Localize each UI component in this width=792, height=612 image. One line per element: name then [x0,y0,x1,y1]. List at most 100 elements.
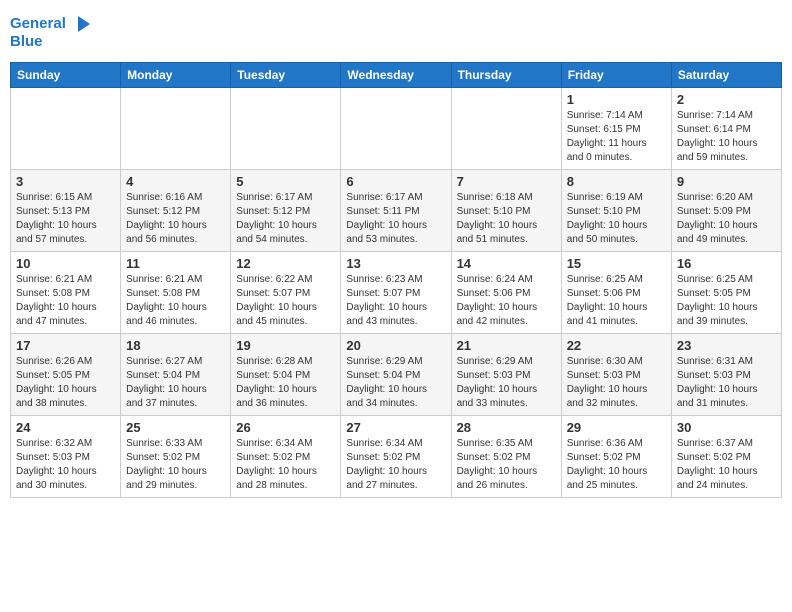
calendar-header-row: SundayMondayTuesdayWednesdayThursdayFrid… [11,63,782,88]
day-number: 14 [457,256,556,271]
day-number: 22 [567,338,666,353]
calendar-cell: 7 Sunrise: 6:18 AM Sunset: 5:10 PM Daylig… [451,170,561,252]
day-number: 25 [126,420,225,435]
calendar-week-row: 3Sunrise: 6:15 AM Sunset: 5:13 PM Daylig… [11,170,782,252]
calendar-header-monday: Monday [121,63,231,88]
day-number: 29 [567,420,666,435]
calendar-header-friday: Friday [561,63,671,88]
calendar-cell: 17 Sunrise: 6:26 AM Sunset: 5:05 PM Dayli… [11,334,121,416]
calendar-week-row: 1 Sunrise: 7:14 AM Sunset: 6:15 PM Daylig… [11,88,782,170]
calendar-cell [11,88,121,170]
day-number: 2 [677,92,776,107]
calendar-cell: 10 Sunrise: 6:21 AM Sunset: 5:08 PM Dayli… [11,252,121,334]
day-info: Sunrise: 6:17 AM Sunset: 5:11 PM Dayligh… [346,191,445,247]
day-number: 16 [677,256,776,271]
day-info: Sunrise: 6:32 AM Sunset: 5:03 PM Dayligh… [16,437,115,493]
page-header: General Blue [10,10,782,54]
calendar-cell: 16 Sunrise: 6:25 AM Sunset: 5:05 PM Dayli… [671,252,781,334]
calendar-cell: 24 Sunrise: 6:32 AM Sunset: 5:03 PM Dayli… [11,416,121,498]
day-number: 20 [346,338,445,353]
day-number: 9 [677,174,776,189]
day-info: Sunrise: 6:36 AM Sunset: 5:02 PM Dayligh… [567,437,666,493]
calendar-cell: 12Sunrise: 6:22 AM Sunset: 5:07 PM Dayli… [231,252,341,334]
day-info: Sunrise: 6:27 AM Sunset: 5:04 PM Dayligh… [126,355,225,411]
calendar-cell: 9 Sunrise: 6:20 AM Sunset: 5:09 PM Daylig… [671,170,781,252]
day-number: 28 [457,420,556,435]
day-info: Sunrise: 6:29 AM Sunset: 5:04 PM Dayligh… [346,355,445,411]
calendar-header-sunday: Sunday [11,63,121,88]
day-info: Sunrise: 7:14 AM Sunset: 6:15 PM Dayligh… [567,109,666,165]
calendar-cell: 28 Sunrise: 6:35 AM Sunset: 5:02 PM Dayli… [451,416,561,498]
day-info: Sunrise: 6:25 AM Sunset: 5:06 PM Dayligh… [567,273,666,329]
calendar-table: SundayMondayTuesdayWednesdayThursdayFrid… [10,62,782,498]
calendar-header-thursday: Thursday [451,63,561,88]
day-info: Sunrise: 6:34 AM Sunset: 5:02 PM Dayligh… [346,437,445,493]
day-number: 7 [457,174,556,189]
day-info: Sunrise: 6:16 AM Sunset: 5:12 PM Dayligh… [126,191,225,247]
calendar-cell: 6 Sunrise: 6:17 AM Sunset: 5:11 PM Daylig… [341,170,451,252]
calendar-cell: 19 Sunrise: 6:28 AM Sunset: 5:04 PM Dayli… [231,334,341,416]
calendar-cell [231,88,341,170]
day-number: 19 [236,338,335,353]
day-number: 30 [677,420,776,435]
day-info: Sunrise: 6:28 AM Sunset: 5:04 PM Dayligh… [236,355,335,411]
day-number: 15 [567,256,666,271]
calendar-cell: 26 Sunrise: 6:34 AM Sunset: 5:02 PM Dayli… [231,416,341,498]
day-info: Sunrise: 6:21 AM Sunset: 5:08 PM Dayligh… [16,273,115,329]
calendar-cell: 4Sunrise: 6:16 AM Sunset: 5:12 PM Daylig… [121,170,231,252]
day-info: Sunrise: 6:24 AM Sunset: 5:06 PM Dayligh… [457,273,556,329]
day-info: Sunrise: 6:30 AM Sunset: 5:03 PM Dayligh… [567,355,666,411]
calendar-cell: 11Sunrise: 6:21 AM Sunset: 5:08 PM Dayli… [121,252,231,334]
day-info: Sunrise: 6:37 AM Sunset: 5:02 PM Dayligh… [677,437,776,493]
calendar-cell: 13Sunrise: 6:23 AM Sunset: 5:07 PM Dayli… [341,252,451,334]
day-number: 1 [567,92,666,107]
day-number: 27 [346,420,445,435]
day-number: 11 [126,256,225,271]
calendar-cell: 5 Sunrise: 6:17 AM Sunset: 5:12 PM Daylig… [231,170,341,252]
day-number: 17 [16,338,115,353]
svg-text:General: General [10,15,66,32]
day-number: 24 [16,420,115,435]
day-info: Sunrise: 6:35 AM Sunset: 5:02 PM Dayligh… [457,437,556,493]
calendar-cell: 27 Sunrise: 6:34 AM Sunset: 5:02 PM Dayli… [341,416,451,498]
day-number: 10 [16,256,115,271]
day-number: 3 [16,174,115,189]
calendar-cell: 2Sunrise: 7:14 AM Sunset: 6:14 PM Daylig… [671,88,781,170]
calendar-header-saturday: Saturday [671,63,781,88]
day-info: Sunrise: 6:18 AM Sunset: 5:10 PM Dayligh… [457,191,556,247]
logo-svg: General Blue [10,10,90,54]
calendar-cell: 23 Sunrise: 6:31 AM Sunset: 5:03 PM Dayli… [671,334,781,416]
calendar-cell [121,88,231,170]
day-info: Sunrise: 6:29 AM Sunset: 5:03 PM Dayligh… [457,355,556,411]
calendar-cell: 29 Sunrise: 6:36 AM Sunset: 5:02 PM Dayli… [561,416,671,498]
day-info: Sunrise: 6:26 AM Sunset: 5:05 PM Dayligh… [16,355,115,411]
calendar-header-tuesday: Tuesday [231,63,341,88]
day-info: Sunrise: 6:31 AM Sunset: 5:03 PM Dayligh… [677,355,776,411]
calendar-week-row: 17 Sunrise: 6:26 AM Sunset: 5:05 PM Dayli… [11,334,782,416]
day-info: Sunrise: 6:33 AM Sunset: 5:02 PM Dayligh… [126,437,225,493]
svg-text:Blue: Blue [10,33,43,50]
calendar-cell: 18 Sunrise: 6:27 AM Sunset: 5:04 PM Dayli… [121,334,231,416]
day-number: 18 [126,338,225,353]
day-info: Sunrise: 6:34 AM Sunset: 5:02 PM Dayligh… [236,437,335,493]
day-number: 26 [236,420,335,435]
calendar-cell: 15 Sunrise: 6:25 AM Sunset: 5:06 PM Dayli… [561,252,671,334]
day-number: 6 [346,174,445,189]
day-info: Sunrise: 6:17 AM Sunset: 5:12 PM Dayligh… [236,191,335,247]
day-info: Sunrise: 6:23 AM Sunset: 5:07 PM Dayligh… [346,273,445,329]
day-info: Sunrise: 6:19 AM Sunset: 5:10 PM Dayligh… [567,191,666,247]
calendar-cell: 21 Sunrise: 6:29 AM Sunset: 5:03 PM Dayli… [451,334,561,416]
calendar-header-wednesday: Wednesday [341,63,451,88]
calendar-week-row: 10 Sunrise: 6:21 AM Sunset: 5:08 PM Dayli… [11,252,782,334]
calendar-cell: 14 Sunrise: 6:24 AM Sunset: 5:06 PM Dayli… [451,252,561,334]
day-number: 5 [236,174,335,189]
day-number: 21 [457,338,556,353]
day-info: Sunrise: 6:20 AM Sunset: 5:09 PM Dayligh… [677,191,776,247]
calendar-cell: 20 Sunrise: 6:29 AM Sunset: 5:04 PM Dayli… [341,334,451,416]
day-number: 23 [677,338,776,353]
calendar-cell [451,88,561,170]
calendar-cell [341,88,451,170]
calendar-cell: 8Sunrise: 6:19 AM Sunset: 5:10 PM Daylig… [561,170,671,252]
calendar-cell: 3Sunrise: 6:15 AM Sunset: 5:13 PM Daylig… [11,170,121,252]
day-info: Sunrise: 6:25 AM Sunset: 5:05 PM Dayligh… [677,273,776,329]
